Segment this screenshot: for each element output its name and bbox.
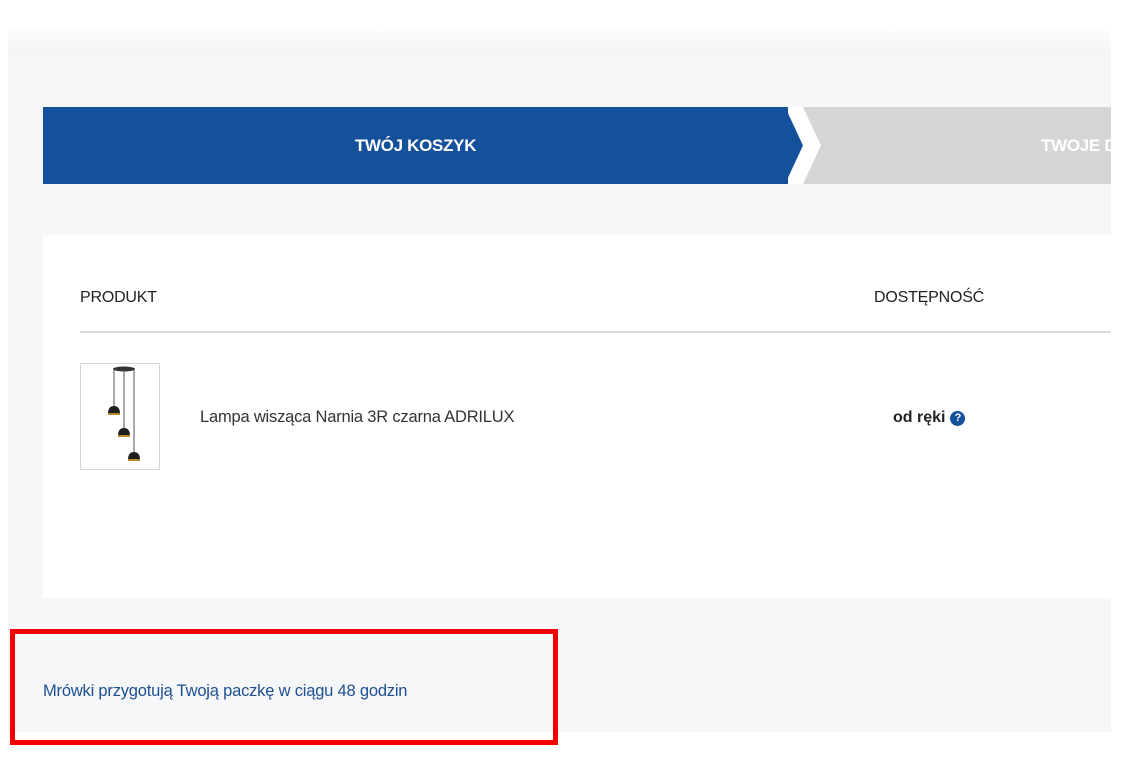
checkout-steps: TWÓJ KOSZYK TWOJE D: [43, 107, 1111, 184]
product-image[interactable]: [80, 363, 160, 470]
checkout-page: TWÓJ KOSZYK TWOJE D PRODUKT DOSTĘPNOŚĆ L…: [0, 0, 1133, 761]
help-icon[interactable]: ?: [950, 410, 966, 426]
availability-value: od ręki: [893, 409, 946, 426]
table-header-divider: [80, 331, 1111, 333]
step-cart-label: TWÓJ KOSZYK: [354, 135, 477, 155]
step-cart[interactable]: TWÓJ KOSZYK: [43, 107, 788, 184]
pendant-lamp-image: [108, 366, 140, 461]
availability-cell: od ręki ?: [893, 409, 966, 427]
column-header-availability: DOSTĘPNOŚĆ: [874, 289, 985, 306]
top-bar-shadow: [8, 22, 1111, 56]
delivery-info-link[interactable]: Mrówki przygotują Twoją paczkę w ciągu 4…: [43, 682, 407, 701]
product-name-link[interactable]: Lampa wisząca Narnia 3R czarna ADRILUX: [200, 408, 514, 427]
column-header-product: PRODUKT: [80, 289, 157, 306]
step-delivery-label: TWOJE D: [1041, 136, 1111, 155]
